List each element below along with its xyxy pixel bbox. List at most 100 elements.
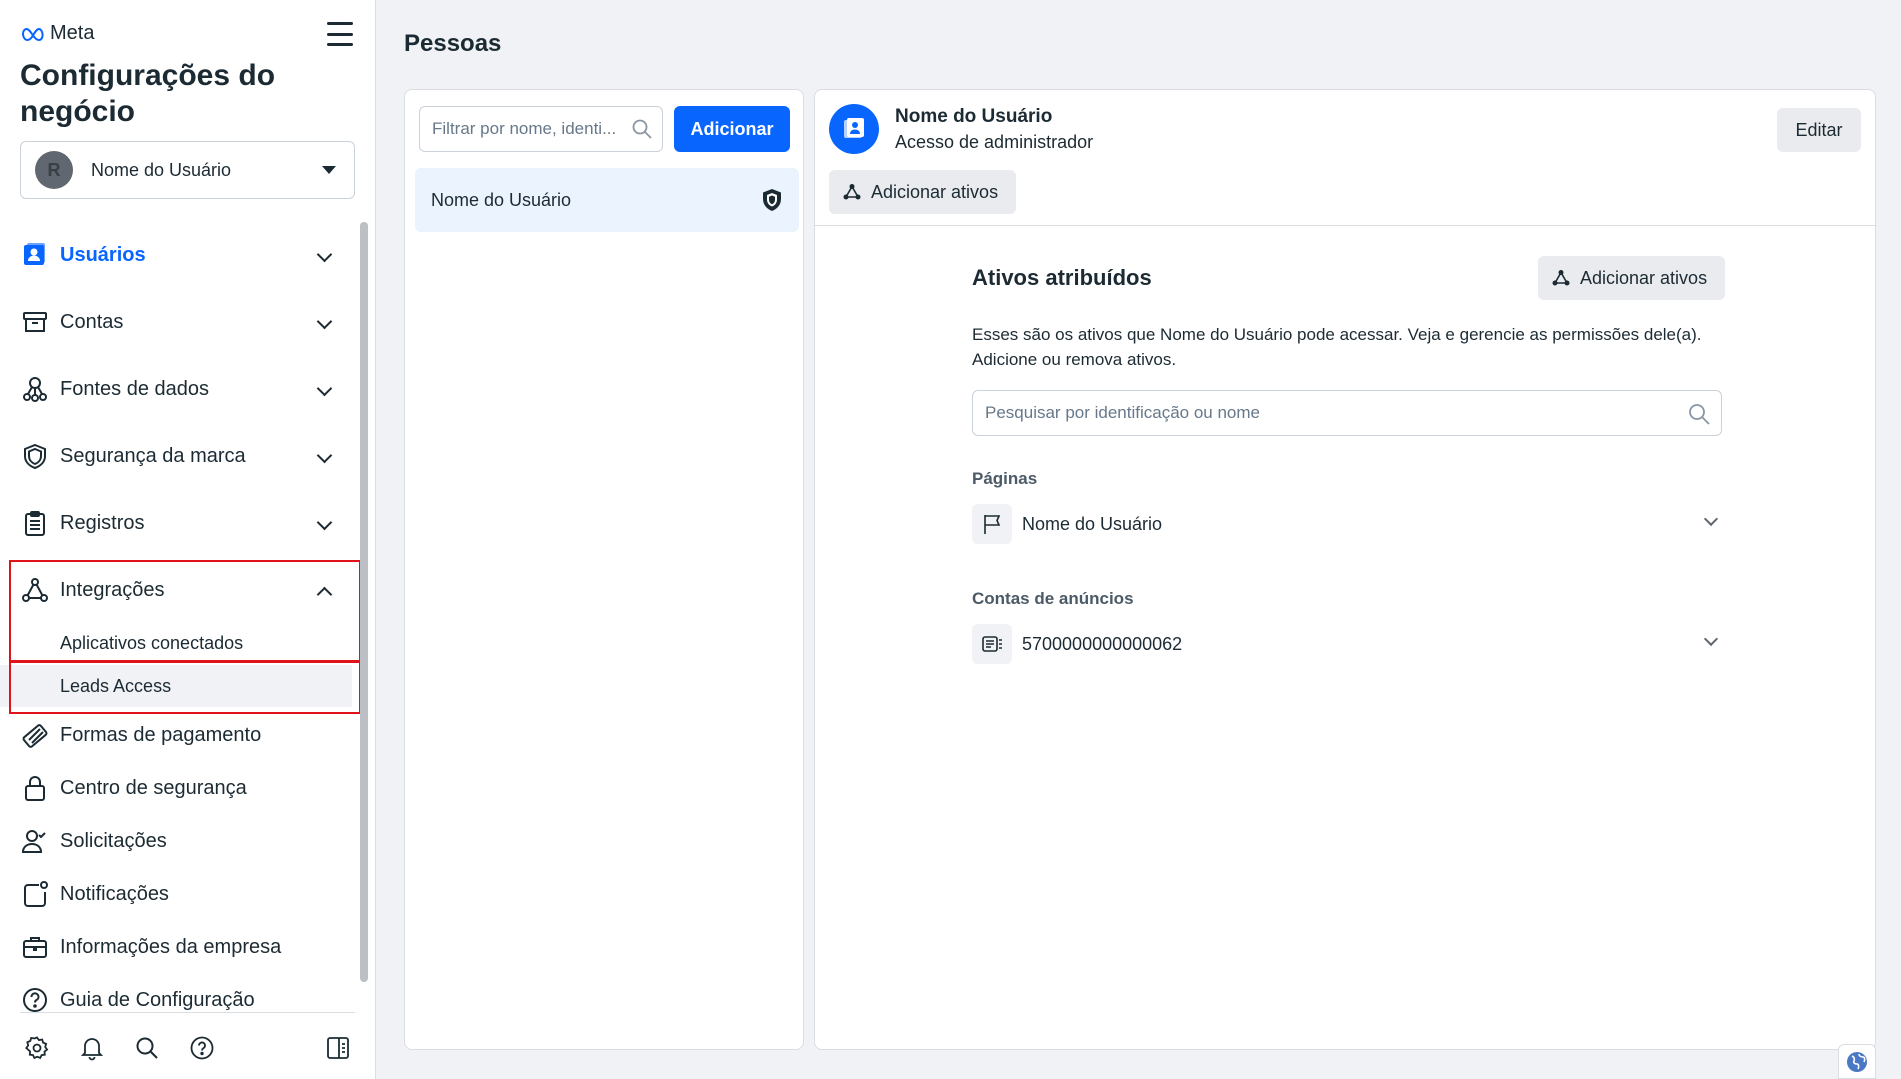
assets-search-input[interactable]	[972, 390, 1722, 436]
business-account-select[interactable]: R Nome do Usuário	[20, 141, 355, 199]
caret-down-icon	[322, 166, 336, 174]
briefcase-icon	[20, 932, 50, 962]
chevron-down-icon	[316, 447, 333, 464]
meta-logo[interactable]: Meta	[20, 22, 94, 45]
ad-accounts-section-label: Contas de anúncios	[972, 589, 1134, 608]
assets-add-button[interactable]: Adicionar ativos	[1538, 256, 1726, 300]
filter-people-input[interactable]	[419, 106, 663, 152]
ad-account-asset-row[interactable]: 5700000000000062	[972, 622, 1722, 666]
clipboard-icon	[20, 508, 50, 538]
globe-icon	[1847, 1051, 1867, 1072]
sidebar-subitem-aplicativos-conectados[interactable]: Aplicativos conectados	[0, 622, 352, 664]
sidebar-item-label: Registros	[60, 511, 145, 534]
sidebar-item-centro-de-seguranca[interactable]: Centro de segurança	[0, 763, 352, 813]
integrations-icon	[20, 575, 50, 605]
sidebar-item-label: Centro de segurança	[60, 776, 247, 799]
ad-account-icon	[972, 624, 1012, 664]
edit-button[interactable]: Editar	[1777, 108, 1861, 152]
page-asset-row[interactable]: Nome do Usuário	[972, 502, 1722, 546]
admin-shield-icon	[763, 189, 781, 211]
sidebar-item-integracoes[interactable]: Integrações	[0, 565, 352, 615]
sidebar-item-label: Notificações	[60, 882, 169, 905]
assets-add-label: Adicionar ativos	[1580, 267, 1708, 288]
search-icon	[632, 119, 652, 139]
data-sources-icon	[20, 374, 50, 404]
hamburger-line	[327, 22, 353, 25]
chevron-down-icon[interactable]	[1703, 511, 1719, 527]
sidebar-item-contas[interactable]: Contas	[0, 297, 352, 347]
sidebar-item-notificacoes[interactable]: Notificações	[0, 869, 352, 919]
person-detail-panel: Nome do Usuário Acesso de administrador …	[814, 89, 1876, 1050]
brand-name: Meta	[50, 22, 95, 44]
hamburger-line	[327, 43, 353, 46]
help-icon[interactable]	[187, 1033, 217, 1063]
credit-card-icon	[20, 720, 50, 750]
account-avatar: R	[35, 151, 73, 189]
add-assets-button[interactable]: Adicionar ativos	[829, 170, 1017, 214]
chevron-down-icon	[316, 313, 333, 330]
panel-toggle-icon[interactable]	[323, 1033, 353, 1063]
settings-icon[interactable]	[22, 1033, 52, 1063]
sidebar-item-solicitacoes[interactable]: Solicitações	[0, 816, 352, 866]
sidebar-item-label: Guia de Configuração	[60, 988, 255, 1011]
lock-icon	[20, 773, 50, 803]
sidebar-item-guia-de-configuracao[interactable]: Guia de Configuração	[0, 975, 352, 1012]
chevron-down-icon	[316, 514, 333, 531]
sidebar-bottom-bar	[20, 1012, 355, 1079]
chevron-down-icon[interactable]	[1703, 631, 1719, 647]
share-nodes-icon	[843, 184, 861, 200]
users-icon	[20, 240, 50, 270]
sidebar-item-label: Fontes de dados	[60, 377, 209, 400]
sidebar-item-label: Contas	[60, 310, 124, 333]
sidebar-item-seguranca-da-marca[interactable]: Segurança da marca	[0, 431, 352, 481]
sidebar-item-label: Segurança da marca	[60, 444, 246, 467]
sidebar-item-label: Solicitações	[60, 829, 167, 852]
menu-toggle-button[interactable]	[327, 22, 353, 46]
globe-button[interactable]	[1838, 1044, 1876, 1079]
sidebar-scrollbar[interactable]	[360, 222, 368, 982]
sidebar: Meta Configurações do negócio R Nome do …	[0, 0, 376, 1079]
sidebar-item-usuarios[interactable]: Usuários	[0, 230, 352, 280]
share-nodes-icon	[1552, 270, 1570, 286]
sidebar-nav: Usuários Contas Fontes de dados Seguranç…	[0, 222, 360, 1012]
sidebar-item-label: Informações da empresa	[60, 935, 282, 958]
sidebar-item-registros[interactable]: Registros	[0, 498, 352, 548]
person-name: Nome do Usuário	[431, 189, 572, 210]
ad-account-id: 5700000000000062	[1022, 633, 1183, 654]
sidebar-item-label: Usuários	[60, 243, 146, 266]
assigned-assets-title: Ativos atribuídos	[972, 265, 1152, 290]
flag-icon	[972, 504, 1012, 544]
user-avatar	[829, 104, 879, 154]
notification-icon	[20, 879, 50, 909]
detail-user-name: Nome do Usuário	[895, 106, 1053, 127]
help-icon	[20, 985, 50, 1012]
account-name: Nome do Usuário	[91, 159, 232, 180]
meta-infinity-icon	[21, 27, 44, 41]
shield-icon	[20, 441, 50, 471]
add-assets-label: Adicionar ativos	[871, 181, 999, 202]
scrollbar-thumb[interactable]	[360, 222, 368, 982]
sidebar-item-label: Integrações	[60, 578, 165, 601]
archive-icon	[20, 307, 50, 337]
chevron-down-icon	[316, 380, 333, 397]
bell-icon[interactable]	[77, 1033, 107, 1063]
person-check-icon	[20, 826, 50, 856]
chevron-down-icon	[316, 246, 333, 263]
detail-header: Nome do Usuário Acesso de administrador …	[815, 90, 1875, 226]
user-badge-icon	[844, 118, 864, 138]
search-icon[interactable]	[132, 1033, 162, 1063]
sidebar-subitem-leads-access[interactable]: Leads Access	[0, 665, 352, 707]
sidebar-item-fontes-de-dados[interactable]: Fontes de dados	[0, 364, 352, 414]
person-row[interactable]: Nome do Usuário	[415, 168, 799, 232]
assets-description: Esses são os ativos que Nome do Usuário …	[972, 325, 1702, 369]
page-asset-name: Nome do Usuário	[1022, 513, 1163, 534]
sidebar-item-label: Formas de pagamento	[60, 723, 262, 746]
hamburger-line	[327, 32, 353, 36]
sidebar-item-formas-de-pagamento[interactable]: Formas de pagamento	[0, 710, 352, 760]
search-icon	[1689, 404, 1710, 425]
chevron-up-icon	[316, 586, 333, 603]
sidebar-item-informacoes-da-empresa[interactable]: Informações da empresa	[0, 922, 352, 972]
detail-user-role: Acesso de administrador	[895, 132, 1094, 152]
add-person-button[interactable]: Adicionar	[674, 106, 790, 152]
app-title: Configurações do negócio	[20, 59, 276, 128]
